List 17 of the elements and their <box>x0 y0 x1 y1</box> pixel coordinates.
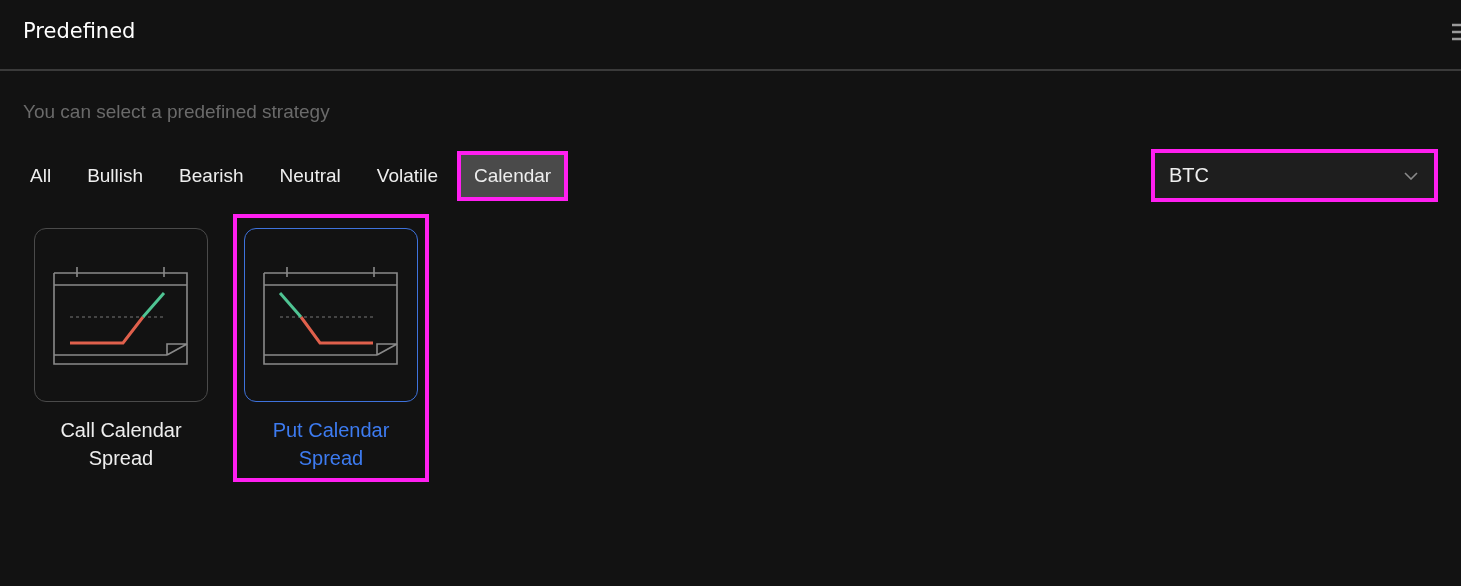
strategy-card[interactable] <box>34 228 208 402</box>
menu-icon[interactable] <box>1452 22 1461 41</box>
calendar-chart-icon <box>263 265 399 365</box>
strategy-label: Put Calendar Spread <box>271 418 391 471</box>
filter-tab[interactable]: Bearish <box>162 150 261 201</box>
chevron-down-icon <box>1404 171 1418 180</box>
strategy-label: Call Calendar Spread <box>59 418 183 471</box>
hint-text: You can select a predefined strategy <box>23 101 331 123</box>
asset-dropdown[interactable]: BTC <box>1151 149 1438 202</box>
strategy-card[interactable] <box>244 228 418 402</box>
filter-tab[interactable]: Bullish <box>70 150 161 201</box>
filter-tab[interactable]: Calendar <box>457 150 569 201</box>
filter-tab[interactable]: Volatile <box>359 150 456 201</box>
filter-tab[interactable]: All <box>13 150 69 201</box>
panel-title: Predefined <box>23 18 136 43</box>
filter-tab[interactable]: Neutral <box>262 150 358 201</box>
calendar-chart-icon <box>53 265 189 365</box>
